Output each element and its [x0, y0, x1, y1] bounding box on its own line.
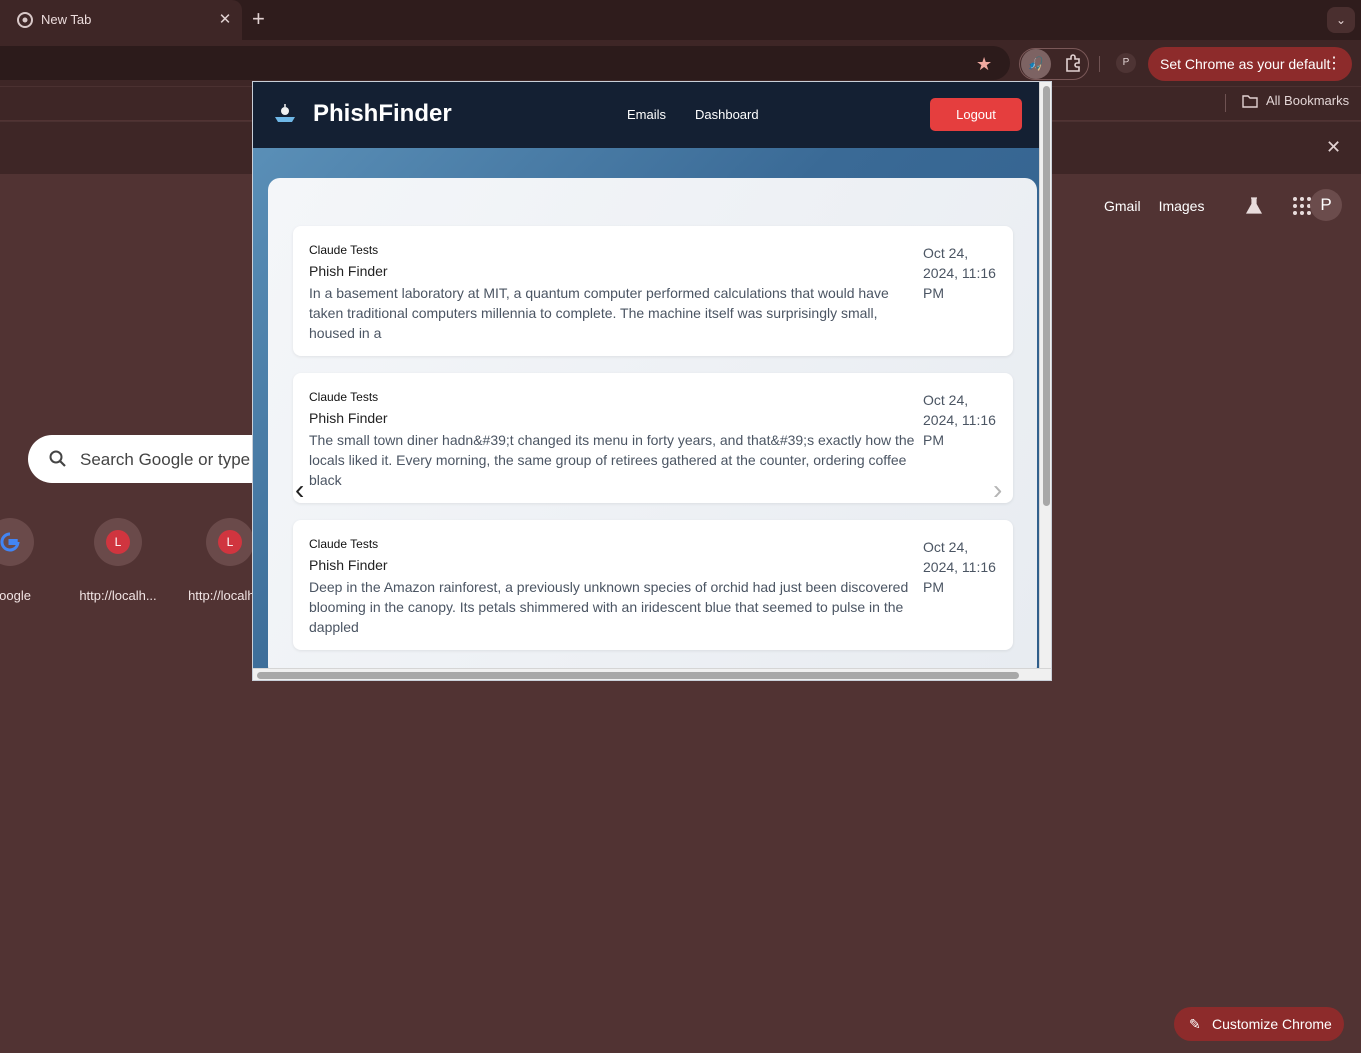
tab-new-tab[interactable]: New Tab ✕ [0, 0, 242, 40]
tab-close-icon[interactable]: ✕ [217, 10, 233, 28]
localhost-favicon: L [106, 530, 130, 554]
bookmarks-divider [1225, 94, 1226, 112]
localhost-favicon: L [218, 530, 242, 554]
vertical-scrollbar[interactable] [1039, 82, 1051, 668]
ntp-account-avatar[interactable]: P [1310, 189, 1342, 221]
email-subject: Phish Finder [309, 263, 388, 279]
horizontal-scrollbar-thumb[interactable] [257, 672, 1019, 679]
tab-strip: New Tab ✕ + ⌄ [0, 0, 1361, 40]
email-preview: Deep in the Amazon rainforest, a previou… [309, 579, 909, 635]
email-preview: In a basement laboratory at MIT, a quant… [309, 285, 889, 341]
horizontal-scrollbar[interactable] [253, 668, 1051, 680]
chrome-menu-icon[interactable]: ⋮ [1326, 47, 1342, 81]
shortcut-google[interactable]: Google [0, 518, 60, 603]
phishfinder-brand: PhishFinder [313, 100, 452, 127]
gmail-link[interactable]: Gmail [1104, 198, 1141, 214]
profile-avatar[interactable]: P [1116, 53, 1136, 73]
toolbar-divider [1099, 56, 1100, 72]
email-subject: Phish Finder [309, 410, 388, 426]
email-date: Oct 24, 2024, 11:16 PM [923, 245, 996, 301]
ntp-top-links: Gmail Images [1104, 196, 1312, 216]
customize-chrome-button[interactable]: ✎ Customize Chrome [1174, 1007, 1344, 1041]
email-date: Oct 24, 2024, 11:16 PM [923, 392, 996, 448]
shortcut-icon-container [0, 518, 34, 566]
phishfinder-logo-icon [275, 104, 295, 122]
labs-flask-icon[interactable] [1244, 196, 1264, 216]
customize-label: Customize Chrome [1212, 1016, 1332, 1032]
chrome-icon [17, 12, 33, 28]
email-date: Oct 24, 2024, 11:16 PM [923, 539, 996, 595]
email-preview: The small town diner hadn&#39;t changed … [309, 432, 915, 488]
email-sender: Claude Tests [309, 243, 379, 257]
logout-button[interactable]: Logout [930, 98, 1022, 131]
new-tab-button[interactable]: + [252, 8, 265, 30]
set-default-button[interactable]: Set Chrome as your default ⋮ [1148, 47, 1352, 81]
tab-search-button[interactable]: ⌄ [1327, 7, 1355, 33]
shortcut-localhost-1[interactable]: L http://localh... [68, 518, 168, 603]
shortcut-label: Google [0, 588, 31, 603]
all-bookmarks-button[interactable]: All Bookmarks [1242, 93, 1349, 108]
email-sender: Claude Tests [309, 390, 379, 404]
tab-title: New Tab [41, 12, 92, 27]
email-card[interactable]: Claude Tests Phish Finder In a basement … [293, 226, 1013, 356]
all-bookmarks-label: All Bookmarks [1266, 93, 1350, 108]
nav-dashboard[interactable]: Dashboard [695, 107, 759, 122]
folder-icon [1242, 94, 1258, 108]
carousel-prev-icon[interactable]: ‹ [295, 476, 304, 504]
set-default-label: Set Chrome as your default [1160, 56, 1331, 72]
phishfinder-extension-icon[interactable]: 🎣 [1021, 49, 1051, 79]
carousel-next-icon[interactable]: › [993, 476, 1002, 504]
shortcut-label: http://localh... [79, 588, 157, 603]
search-icon [49, 450, 66, 467]
nav-emails[interactable]: Emails [627, 107, 666, 122]
address-bar[interactable] [0, 46, 1010, 80]
bookmark-star-icon[interactable]: ★ [976, 54, 992, 75]
images-link[interactable]: Images [1159, 198, 1205, 214]
pencil-icon: ✎ [1189, 1016, 1201, 1032]
email-sender: Claude Tests [309, 537, 379, 551]
extensions-puzzle-icon[interactable] [1063, 53, 1083, 73]
phishfinder-popup: PhishFinder Emails Dashboard Logout Clau… [252, 81, 1052, 681]
shortcut-icon-container: L [206, 518, 254, 566]
email-card[interactable]: Claude Tests Phish Finder The small town… [293, 373, 1013, 503]
phishfinder-header: PhishFinder Emails Dashboard Logout [253, 82, 1039, 148]
email-subject: Phish Finder [309, 557, 388, 573]
toolbar: ★ 🎣 P Set Chrome as your default ⋮ [0, 40, 1361, 86]
email-card[interactable]: Claude Tests Phish Finder Deep in the Am… [293, 520, 1013, 650]
google-icon [0, 532, 20, 552]
shortcut-icon-container: L [94, 518, 142, 566]
vertical-scrollbar-thumb[interactable] [1043, 86, 1050, 506]
infobar-close-icon[interactable]: ✕ [1326, 137, 1341, 158]
